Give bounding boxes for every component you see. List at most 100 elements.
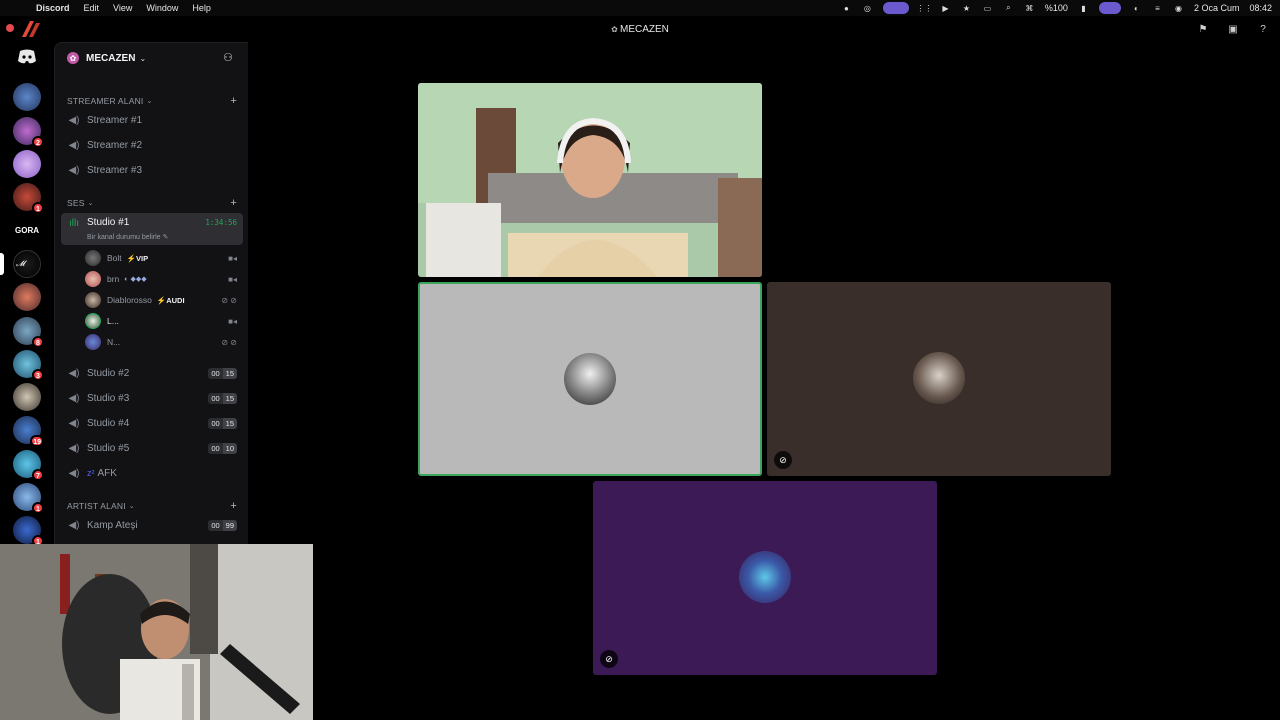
menu-view[interactable]: View: [113, 3, 132, 13]
channel-streamer-1[interactable]: ◀) Streamer #1: [61, 109, 243, 131]
video-tile-member[interactable]: [418, 282, 762, 476]
guild-header[interactable]: ✿ MECAZEN ⌄ ⚇: [55, 43, 249, 73]
avatar: [739, 551, 791, 603]
avatar: [913, 352, 965, 404]
status-dot-icon[interactable]: ●: [841, 3, 852, 14]
category-streamer[interactable]: STREAMER ALANI ⌄ +: [67, 95, 243, 107]
member-tag: ⚡AUDI: [156, 295, 185, 305]
voice-timer: 1:34:56: [205, 218, 237, 227]
play-icon[interactable]: ▶: [940, 3, 951, 14]
channel-studio-3[interactable]: ◀) Studio #3 00 15: [61, 387, 243, 409]
unread-badge: 1: [32, 202, 44, 214]
voice-member[interactable]: Bolt ⚡VIP ■◂: [85, 248, 243, 268]
menu-help[interactable]: Help: [192, 3, 211, 13]
server-icon[interactable]: 7: [13, 450, 44, 481]
menu-window[interactable]: Window: [146, 3, 178, 13]
server-icon[interactable]: 1: [13, 183, 44, 214]
video-tile-member[interactable]: ⊘: [767, 282, 1111, 476]
user-limit: 15: [222, 367, 237, 379]
member-badge-icon: ◐ ◆◆◆: [124, 276, 147, 283]
channel-studio-5[interactable]: ◀) Studio #5 00 10: [61, 437, 243, 459]
speaker-icon: ◀): [68, 417, 80, 429]
user-count: 00: [208, 417, 223, 429]
speaker-icon: ◀): [68, 467, 80, 479]
guild-icon: ✿: [67, 52, 79, 64]
channel-status[interactable]: Bir kanal durumu belirle ✎: [87, 233, 168, 241]
pencil-icon[interactable]: ✎: [163, 234, 169, 241]
channel-streamer-3[interactable]: ◀) Streamer #3: [61, 159, 243, 181]
menu-edit[interactable]: Edit: [84, 3, 100, 13]
channel-name: Streamer #2: [87, 139, 143, 151]
menu-bar: Discord Edit View Window Help ● ◎ ⋮⋮ ▶ ★…: [0, 0, 1280, 16]
menubar-date[interactable]: 2 Oca Cum: [1194, 3, 1240, 13]
grid-icon[interactable]: ⋮⋮: [916, 3, 932, 14]
control-icon[interactable]: ⌘: [1024, 3, 1035, 14]
channel-name: Streamer #1: [87, 114, 143, 126]
channel-streamer-2[interactable]: ◀) Streamer #2: [61, 134, 243, 156]
star-icon[interactable]: ★: [961, 3, 972, 14]
unread-badge: 3: [32, 369, 44, 381]
server-icon[interactable]: 1: [13, 516, 44, 547]
battery-icon[interactable]: ▮: [1078, 3, 1089, 14]
speaker-icon: ◀): [68, 139, 80, 151]
add-channel-icon[interactable]: +: [230, 197, 237, 209]
speaker-icon: ◀): [68, 519, 80, 531]
voice-member[interactable]: brn ◐ ◆◆◆ ■◂: [85, 269, 243, 289]
menubar-time[interactable]: 08:42: [1249, 3, 1272, 13]
video-tile-member[interactable]: ⊘: [593, 481, 937, 675]
category-ses[interactable]: SES ⌄ +: [67, 197, 243, 209]
server-icon[interactable]: [13, 83, 41, 111]
flag-icon[interactable]: ⚑: [1196, 22, 1210, 36]
server-gora-label[interactable]: GORA: [13, 226, 41, 235]
user-limit: 15: [222, 392, 237, 404]
server-icon[interactable]: 1: [13, 483, 44, 514]
server-icon[interactable]: 8: [13, 317, 44, 348]
channel-name: Streamer #3: [87, 164, 143, 176]
unread-badge: 7: [32, 469, 44, 481]
help-icon[interactable]: ?: [1256, 22, 1270, 36]
channel-afk[interactable]: ◀) z² AFK: [61, 462, 243, 484]
siri-icon[interactable]: ◉: [1173, 3, 1184, 14]
avatar: [85, 250, 101, 266]
window-title: ✿ MECAZEN: [0, 24, 1280, 35]
screen-record-icon[interactable]: [882, 2, 909, 14]
stage-manager-icon[interactable]: [1098, 2, 1121, 14]
voice-member[interactable]: N... ⊘ ⊘: [85, 332, 243, 352]
channel-studio-1[interactable]: ıllı Studio #1 1:34:56 Bir kanal durumu …: [61, 213, 243, 245]
inbox-icon[interactable]: ▣: [1226, 22, 1240, 36]
user-limit-badge: 00 15: [208, 417, 237, 429]
category-artist[interactable]: ARTIST ALANI ⌄ +: [67, 500, 243, 512]
voice-member[interactable]: L... ■◂: [85, 311, 243, 331]
video-icon: ■◂: [228, 253, 237, 263]
server-icon[interactable]: [13, 150, 41, 178]
video-icon: ■◂: [228, 316, 237, 326]
mecazen-logo-icon: 𝓜: [16, 259, 25, 268]
search-icon[interactable]: ⌕: [1003, 3, 1014, 14]
server-icon[interactable]: 3: [13, 350, 44, 381]
add-channel-icon[interactable]: +: [230, 500, 237, 512]
notification-icon[interactable]: ◐: [1131, 3, 1142, 14]
server-icon[interactable]: 19: [13, 416, 44, 447]
discord-home-icon[interactable]: [17, 49, 37, 65]
muted-deafened-icon: ⊘ ⊘: [221, 337, 237, 347]
channel-name: Studio #3: [87, 392, 130, 404]
member-name: L...: [107, 316, 119, 326]
creative-cloud-icon[interactable]: ◎: [862, 3, 873, 14]
user-limit: 10: [222, 442, 237, 454]
control-center-icon[interactable]: ≡: [1152, 3, 1163, 14]
menu-app-discord[interactable]: Discord: [36, 3, 70, 13]
video-tile-camera[interactable]: [418, 83, 762, 277]
channel-kamp-atesi[interactable]: ◀) Kamp Ateşi 00 99: [61, 514, 243, 536]
display-icon[interactable]: ▭: [982, 3, 993, 14]
server-icon[interactable]: [13, 283, 41, 311]
server-icon[interactable]: 2: [13, 117, 44, 148]
add-member-icon[interactable]: ⚇: [223, 51, 233, 64]
add-channel-icon[interactable]: +: [230, 95, 237, 107]
voice-member[interactable]: Diablorosso ⚡AUDI ⊘ ⊘: [85, 290, 243, 310]
channel-studio-2[interactable]: ◀) Studio #2 00 15: [61, 362, 243, 384]
channel-studio-4[interactable]: ◀) Studio #4 00 15: [61, 412, 243, 434]
server-icon[interactable]: [13, 383, 41, 411]
server-mecazen-icon[interactable]: 𝓜: [13, 250, 41, 278]
user-limit-badge: 00 15: [208, 367, 237, 379]
avatar: [85, 271, 101, 287]
